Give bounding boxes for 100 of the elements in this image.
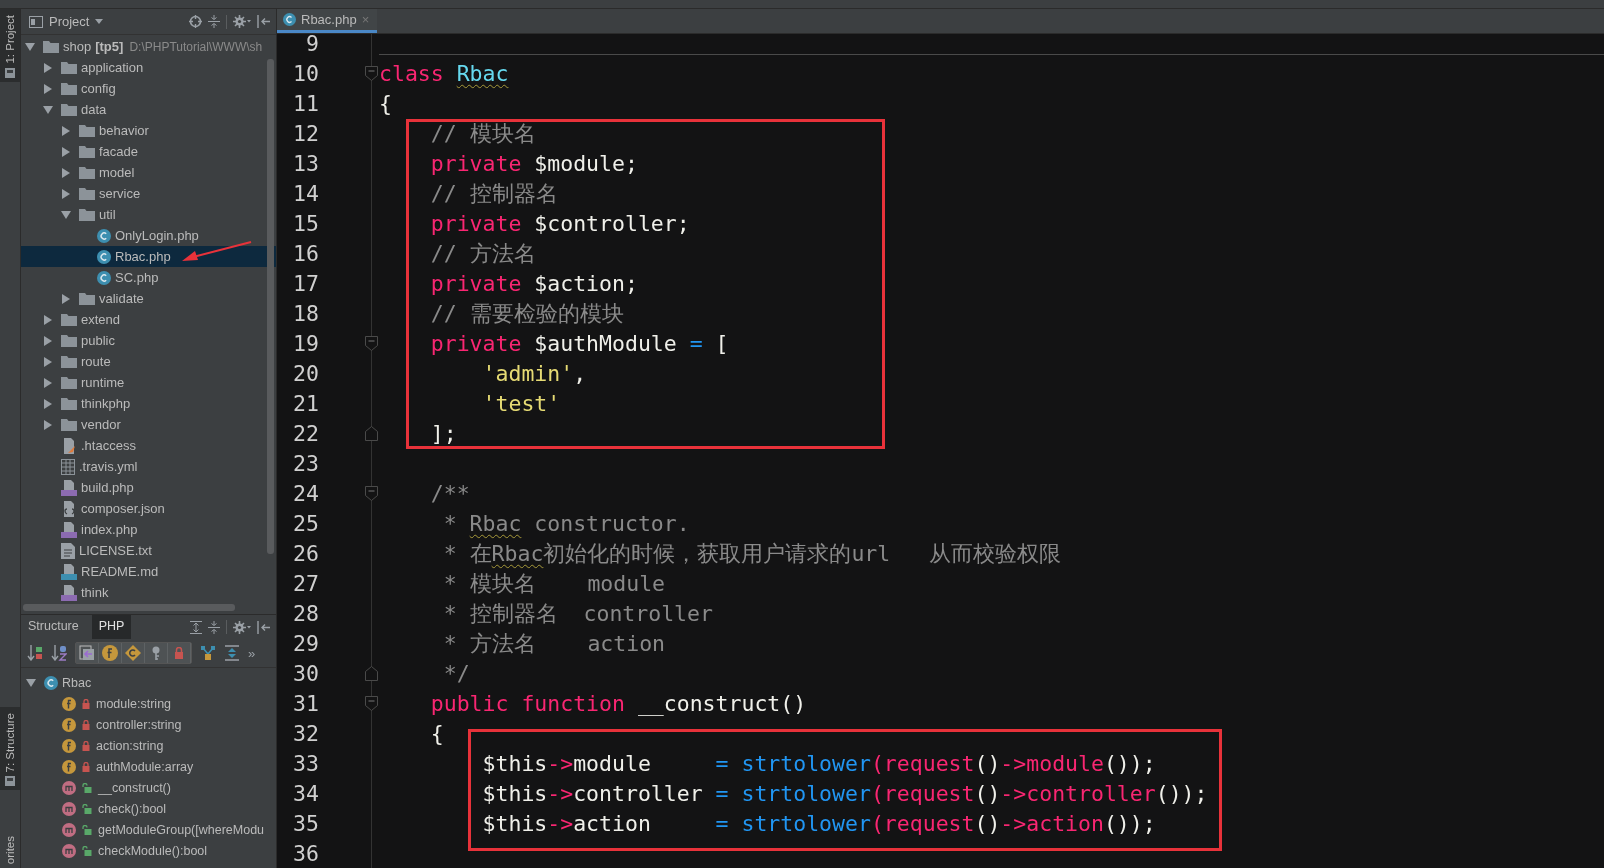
tree-item[interactable]: application	[21, 57, 276, 78]
structure-item[interactable]: controller:string	[21, 714, 276, 735]
tree-item[interactable]: extend	[21, 309, 276, 330]
more-button[interactable]: »	[248, 645, 256, 661]
tree-item[interactable]: public	[21, 330, 276, 351]
fold-icon[interactable]	[365, 695, 378, 711]
expand-arrow-icon[interactable]	[61, 146, 71, 157]
scrollbar[interactable]	[23, 604, 235, 611]
sort-by-visibility-icon[interactable]	[27, 645, 43, 661]
expand-all-icon[interactable]	[190, 620, 202, 634]
folder-icon	[61, 313, 77, 326]
panel-icon	[5, 776, 15, 787]
code-line: /**	[429, 480, 470, 506]
code-line: $this->module = strtolower(request()->module());	[481, 750, 1156, 776]
hide-panel-icon[interactable]	[257, 15, 270, 28]
dropdown-icon[interactable]	[95, 19, 104, 24]
tree-item[interactable]: .travis.yml	[21, 456, 276, 477]
tree-item[interactable]: LICENSE.txt	[21, 540, 276, 561]
structure-item[interactable]: __construct()	[21, 777, 276, 798]
tree-item[interactable]: util	[21, 204, 276, 225]
tree-item[interactable]: think	[21, 582, 276, 603]
structure-item[interactable]: getModuleGroup([whereModu	[21, 819, 276, 840]
tree-item[interactable]: .htaccess	[21, 435, 276, 456]
fold-icon[interactable]	[365, 65, 378, 81]
tree-item[interactable]: validate	[21, 288, 276, 309]
tool-window-button[interactable]: orites	[0, 829, 20, 868]
toggle-button[interactable]	[76, 643, 99, 663]
editor-tab[interactable]: Rbac.php ×	[277, 9, 378, 33]
expand-arrow-icon[interactable]	[43, 356, 53, 367]
file-icon	[61, 521, 77, 538]
structure-item[interactable]: action:string	[21, 735, 276, 756]
line-number: 11	[292, 90, 319, 116]
settings-icon[interactable]	[233, 620, 251, 634]
expand-arrow-icon[interactable]	[43, 377, 53, 388]
tree-item[interactable]: service	[21, 183, 276, 204]
fold-icon[interactable]	[365, 335, 378, 351]
expand-arrow-icon[interactable]	[61, 125, 71, 136]
tree-item[interactable]: runtime	[21, 372, 276, 393]
tree-item[interactable]: index.php	[21, 519, 276, 540]
tool-window-button[interactable]: 7: Structure	[0, 706, 20, 791]
expand-arrow-icon[interactable]	[61, 293, 71, 304]
panel-title[interactable]: Project	[49, 14, 90, 29]
tree-item[interactable]: route	[21, 351, 276, 372]
toggle-button[interactable]	[145, 643, 168, 663]
line-number: 21	[292, 390, 319, 416]
fold-end-icon[interactable]	[365, 425, 378, 441]
expand-arrow-icon[interactable]	[43, 104, 53, 115]
tree-item[interactable]: behavior	[21, 120, 276, 141]
expand-arrow-icon[interactable]	[43, 335, 53, 346]
tree-item[interactable]: shop [tp5] D:\PHPTutorial\WWW\sh	[21, 36, 276, 57]
expand-arrow-icon[interactable]	[43, 398, 53, 409]
expand-all-icon[interactable]	[224, 645, 240, 661]
code-line: // 控制器名	[429, 179, 558, 208]
scrollbar[interactable]	[267, 59, 274, 554]
expand-arrow-icon[interactable]	[61, 188, 71, 199]
tree-item[interactable]: SC.php	[21, 267, 276, 288]
expand-arrow-icon[interactable]	[43, 62, 53, 73]
expand-arrow-icon[interactable]	[61, 167, 71, 178]
panel-tab[interactable]: PHP	[91, 615, 132, 639]
tree-item[interactable]: facade	[21, 141, 276, 162]
tree-item[interactable]: build.php	[21, 477, 276, 498]
expand-arrow-icon[interactable]	[43, 419, 53, 430]
expand-arrow-icon[interactable]	[43, 83, 53, 94]
toggle-button[interactable]	[122, 643, 145, 663]
tree-item[interactable]: Rbac.php	[21, 246, 276, 267]
expand-arrow-icon[interactable]	[25, 41, 35, 52]
folder-icon	[61, 103, 77, 116]
fold-end-icon[interactable]	[365, 665, 378, 681]
constant-icon	[125, 645, 141, 661]
expand-arrow-icon[interactable]	[43, 314, 53, 325]
collapse-icon[interactable]	[208, 620, 220, 634]
structure-item[interactable]: authModule:array	[21, 756, 276, 777]
tree-item[interactable]: OnlyLogin.php	[21, 225, 276, 246]
tree-item[interactable]: config	[21, 78, 276, 99]
tree-item[interactable]: data	[21, 99, 276, 120]
structure-item[interactable]: Rbac	[21, 672, 276, 693]
tree-item[interactable]: thinkphp	[21, 393, 276, 414]
structure-item[interactable]: check():bool	[21, 798, 276, 819]
fold-icon[interactable]	[365, 485, 378, 501]
hide-panel-icon[interactable]	[257, 620, 270, 634]
sort-alphabetically-icon[interactable]	[51, 645, 67, 661]
toggle-button[interactable]	[168, 643, 191, 663]
hierarchy-icon[interactable]	[200, 645, 216, 661]
settings-icon[interactable]	[233, 15, 251, 28]
collapse-icon[interactable]	[208, 15, 220, 28]
expand-arrow-icon[interactable]	[61, 209, 71, 220]
tree-item[interactable]: vendor	[21, 414, 276, 435]
tool-window-button[interactable]: 1: Project	[0, 9, 20, 82]
tree-item[interactable]: model	[21, 162, 276, 183]
expand-arrow-icon[interactable]	[26, 677, 36, 688]
locate-icon[interactable]	[189, 15, 202, 28]
panel-tab[interactable]: Structure	[21, 615, 86, 639]
tree-item[interactable]: composer.json	[21, 498, 276, 519]
line-number: 32	[292, 720, 319, 746]
tree-item[interactable]: README.md	[21, 561, 276, 582]
structure-item[interactable]: checkModule():bool	[21, 840, 276, 861]
line-number: 19	[292, 330, 319, 356]
toggle-button[interactable]	[99, 643, 122, 663]
structure-item[interactable]: module:string	[21, 693, 276, 714]
project-path: D:\PHPTutorial\WWW\sh	[129, 39, 263, 54]
